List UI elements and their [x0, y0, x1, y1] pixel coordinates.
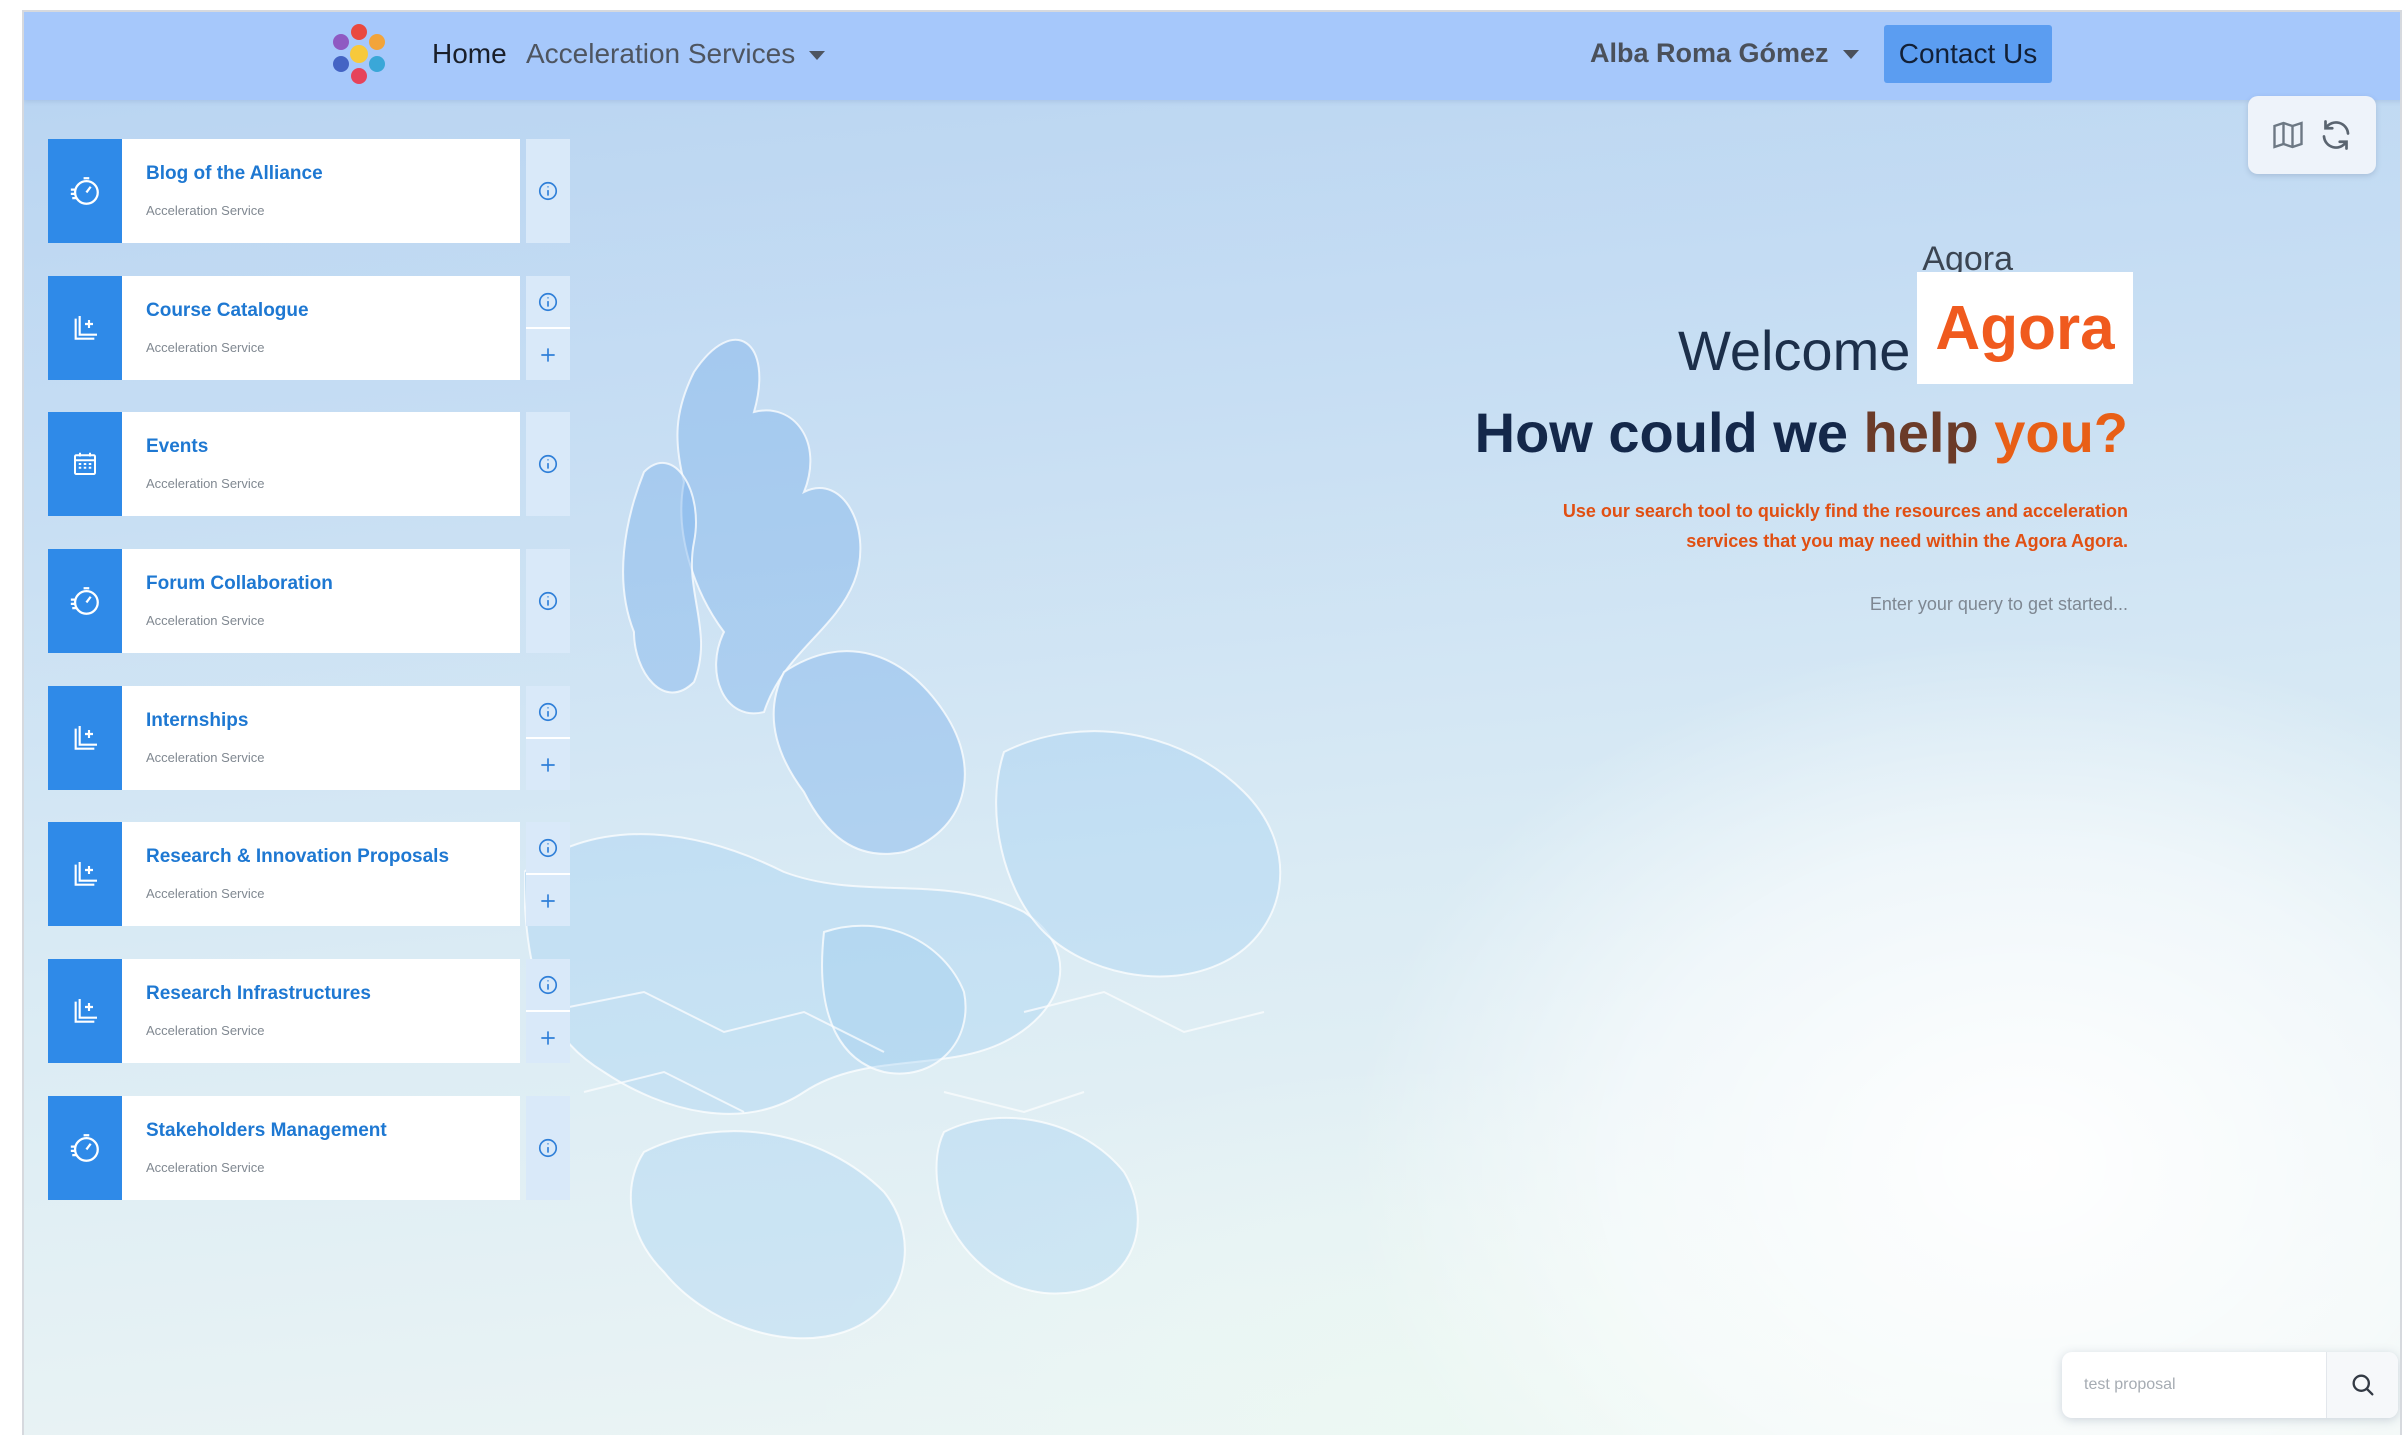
info-icon [538, 975, 558, 994]
hero-heading-part3: you? [1994, 401, 2128, 464]
map-tools-panel [2248, 96, 2376, 174]
agora-logo: Agora [1917, 272, 2133, 384]
contact-us-button[interactable]: Contact Us [1884, 25, 2052, 83]
top-navbar: Home Acceleration Services Alba Roma Góm… [24, 12, 2400, 100]
service-subtitle: Acceleration Service [146, 886, 265, 901]
agora-logo-text: Agora [1935, 293, 2115, 363]
service-card-events[interactable]: Events Acceleration Service [48, 412, 570, 516]
nav-acceleration-services-dropdown[interactable]: Acceleration Services [526, 38, 826, 70]
info-icon [538, 702, 558, 721]
info-button[interactable] [526, 822, 570, 873]
service-title[interactable]: Research & Innovation Proposals [146, 846, 449, 868]
hero-heading: How could we help you? [1475, 400, 2128, 465]
search-input[interactable] [2062, 1352, 2326, 1418]
info-button[interactable] [526, 549, 570, 653]
speedometer-icon [70, 1134, 99, 1162]
service-card-research-innovation-proposals[interactable]: Research & Innovation Proposals Accelera… [48, 822, 570, 926]
add-button[interactable] [526, 873, 570, 926]
refresh-icon[interactable] [2318, 117, 2354, 153]
search-icon [2352, 1374, 2373, 1396]
app-frame: Home Acceleration Services Alba Roma Góm… [22, 10, 2402, 1435]
hero-heading-part2: help [1863, 401, 1979, 464]
info-icon [538, 292, 558, 311]
add-button[interactable] [526, 737, 570, 790]
service-card-course-catalogue[interactable]: Course Catalogue Acceleration Service [48, 276, 570, 380]
calendar-icon [74, 452, 96, 475]
hero-welcome-text: Welcome [1678, 319, 1911, 382]
add-document-icon [74, 726, 97, 750]
service-card-internships[interactable]: Internships Acceleration Service [48, 686, 570, 790]
speedometer-icon [70, 177, 99, 205]
search-button[interactable] [2326, 1352, 2398, 1418]
plus-icon [541, 757, 555, 772]
info-button[interactable] [526, 412, 570, 516]
user-menu-dropdown[interactable]: Alba Roma Gómez [1590, 38, 1859, 69]
info-button[interactable] [526, 686, 570, 737]
nav-acceleration-services-label: Acceleration Services [526, 38, 796, 69]
info-icon [538, 1138, 558, 1158]
map-icon[interactable] [2270, 117, 2306, 153]
nav-home-link[interactable]: Home [432, 38, 507, 70]
service-subtitle: Acceleration Service [146, 613, 265, 628]
info-button[interactable] [526, 276, 570, 327]
add-document-icon [74, 999, 97, 1023]
user-name-label: Alba Roma Gómez [1590, 38, 1829, 68]
europe-map-background [524, 338, 1282, 1340]
service-subtitle: Acceleration Service [146, 1023, 265, 1038]
info-button[interactable] [526, 139, 570, 243]
plus-icon [541, 893, 555, 908]
add-document-icon [74, 316, 97, 340]
alliance-logo[interactable] [327, 22, 391, 86]
hero-description: Use our search tool to quickly find the … [1562, 501, 2128, 551]
info-icon [538, 454, 558, 474]
search-bar [2062, 1352, 2398, 1418]
service-subtitle: Acceleration Service [146, 340, 265, 355]
service-card-stakeholders-management[interactable]: Stakeholders Management Acceleration Ser… [48, 1096, 570, 1200]
service-card-blog[interactable]: Blog of the Alliance Acceleration Servic… [48, 139, 570, 243]
service-title[interactable]: Forum Collaboration [146, 573, 333, 595]
service-title[interactable]: Stakeholders Management [146, 1120, 387, 1142]
service-title[interactable]: Blog of the Alliance [146, 163, 323, 185]
service-subtitle: Acceleration Service [146, 750, 265, 765]
service-title[interactable]: Course Catalogue [146, 300, 309, 322]
info-icon [538, 591, 558, 611]
info-button[interactable] [526, 1096, 570, 1200]
info-icon [538, 838, 558, 857]
service-subtitle: Acceleration Service [146, 1160, 265, 1175]
service-title[interactable]: Research Infrastructures [146, 983, 371, 1005]
plus-icon [541, 1030, 555, 1045]
caret-down-icon [809, 51, 826, 61]
info-button[interactable] [526, 959, 570, 1010]
service-subtitle: Acceleration Service [146, 476, 265, 491]
info-icon [538, 181, 558, 201]
hero-hint: Enter your query to get started... [1869, 594, 2128, 614]
add-button[interactable] [526, 327, 570, 380]
service-title[interactable]: Internships [146, 710, 248, 732]
service-card-forum-collaboration[interactable]: Forum Collaboration Acceleration Service [48, 549, 570, 653]
add-document-icon [74, 862, 97, 886]
service-title[interactable]: Events [146, 436, 208, 458]
speedometer-icon [70, 587, 99, 615]
caret-down-icon [1842, 50, 1859, 60]
plus-icon [541, 347, 555, 362]
service-card-research-infrastructures[interactable]: Research Infrastructures Acceleration Se… [48, 959, 570, 1063]
hero-heading-part1: How could we [1474, 401, 1848, 464]
service-subtitle: Acceleration Service [146, 203, 265, 218]
add-button[interactable] [526, 1010, 570, 1063]
